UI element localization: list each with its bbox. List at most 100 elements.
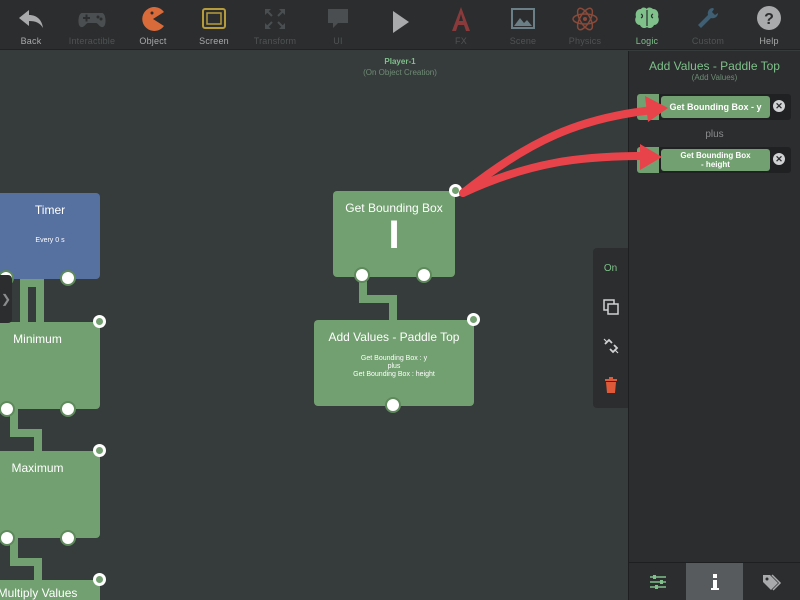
- minimum-output-plug-right[interactable]: [60, 401, 76, 417]
- panel-tab-bar: [629, 562, 800, 600]
- scene-subtitle: (On Object Creation): [363, 68, 437, 77]
- back-label: Back: [20, 36, 42, 46]
- physics-label: Physics: [568, 36, 602, 46]
- back-arrow-icon: [19, 10, 43, 28]
- atom-icon: [572, 7, 598, 31]
- connector: [36, 279, 44, 323]
- parameter-chip-2[interactable]: Get Bounding Box - height: [661, 149, 770, 171]
- screen-label: Screen: [199, 36, 229, 46]
- interactible-button[interactable]: Interactible: [61, 0, 123, 50]
- help-button[interactable]: ? Help: [738, 0, 800, 50]
- left-drawer-handle[interactable]: ❯: [0, 275, 12, 323]
- ui-button[interactable]: UI: [307, 0, 369, 50]
- maximum-title: Maximum: [11, 461, 64, 475]
- physics-button[interactable]: Physics: [554, 0, 616, 50]
- unlink-icon: [603, 338, 618, 354]
- tab-tags[interactable]: [743, 563, 800, 600]
- fx-button[interactable]: FX: [430, 0, 492, 50]
- minimum-block[interactable]: Minimum: [0, 315, 106, 417]
- screen-icon: [202, 8, 226, 29]
- bbox-output-plug-left[interactable]: [354, 267, 370, 283]
- duplicate-button[interactable]: [593, 298, 628, 321]
- scene-label: Scene: [509, 36, 537, 46]
- timer-block[interactable]: Timer Every 0 s: [0, 193, 100, 286]
- screen-button[interactable]: Screen: [183, 0, 245, 50]
- trash-icon: [604, 377, 617, 393]
- drag-handle-icon[interactable]: [637, 147, 659, 173]
- panel-title: Add Values - Paddle Top: [649, 59, 780, 73]
- connector: [34, 429, 42, 451]
- bounding-box-glyph: I: [388, 213, 400, 257]
- back-button[interactable]: Back: [0, 0, 62, 50]
- logic-canvas[interactable]: Player-1 (On Object Creation) Timer Ever…: [0, 51, 628, 600]
- get-bounding-box-block[interactable]: Get Bounding Box I: [333, 184, 462, 283]
- add-values-title: Add Values - Paddle Top: [328, 330, 460, 344]
- operator-label: plus: [705, 129, 724, 140]
- gamepad-icon: [78, 13, 106, 28]
- block-badge-icon[interactable]: [93, 573, 106, 586]
- ui-label: UI: [333, 36, 343, 46]
- bbox-output-plug-right[interactable]: [416, 267, 432, 283]
- transform-button[interactable]: Transform: [244, 0, 306, 50]
- add-values-output-plug[interactable]: [385, 397, 401, 413]
- parameter-chip-2-line2: - height: [701, 160, 730, 169]
- tab-settings[interactable]: [629, 563, 686, 600]
- copy-icon: [602, 299, 619, 315]
- timer-body: Every 0 s: [35, 237, 65, 244]
- info-icon: [710, 574, 719, 590]
- wrench-icon: [698, 8, 718, 28]
- play-button[interactable]: [369, 0, 431, 50]
- play-icon: [393, 11, 409, 33]
- image-icon: [511, 8, 535, 29]
- remove-parameter-2-icon[interactable]: ✕: [773, 153, 785, 165]
- logic-button[interactable]: Logic: [616, 0, 678, 50]
- fx-icon: [452, 7, 470, 31]
- interactible-label: Interactible: [68, 36, 116, 46]
- speech-bubble-icon: [328, 9, 348, 28]
- multiply-values-block[interactable]: Multiply Values: [0, 573, 106, 600]
- maximum-output-plug-right[interactable]: [60, 530, 76, 546]
- panel-subtitle: (Add Values): [691, 73, 738, 82]
- add-values-block[interactable]: Add Values - Paddle Top Get Bounding Box…: [314, 313, 480, 413]
- arrows-expand-icon: [265, 9, 285, 29]
- add-values-body-line2: plus: [387, 363, 401, 370]
- add-values-body-line3: Get Bounding Box : height: [353, 371, 435, 378]
- delete-button[interactable]: [593, 376, 628, 399]
- block-tools: On: [593, 248, 628, 408]
- drag-handle-icon[interactable]: [637, 94, 659, 120]
- timer-title: Timer: [34, 203, 66, 217]
- timer-output-plug-right[interactable]: [60, 270, 76, 286]
- parameter-slot-1[interactable]: Get Bounding Box - y ✕: [637, 94, 791, 120]
- unlink-button[interactable]: [593, 337, 628, 360]
- connector: [389, 295, 397, 320]
- properties-panel: Add Values - Paddle Top (Add Values) Get…: [628, 51, 800, 600]
- connector: [34, 558, 42, 580]
- parameter-chip-2-line1: Get Bounding Box: [680, 151, 751, 160]
- minimum-title: Minimum: [13, 332, 62, 346]
- pacman-icon: [142, 6, 164, 31]
- svg-text:?: ?: [764, 11, 774, 28]
- scene-button[interactable]: Scene: [492, 0, 554, 50]
- custom-label: Custom: [691, 36, 725, 46]
- toolbar: Back Interactible Object Screen Transfor…: [0, 0, 800, 50]
- remove-parameter-1-icon[interactable]: ✕: [773, 100, 785, 112]
- parameter-chip-1-label: Get Bounding Box - y: [669, 102, 762, 112]
- transform-label: Transform: [253, 36, 297, 46]
- sliders-icon: [649, 575, 666, 589]
- tags-icon: [762, 574, 781, 591]
- logic-label: Logic: [635, 36, 659, 46]
- parameter-slot-2[interactable]: Get Bounding Box - height ✕: [637, 147, 791, 173]
- object-button[interactable]: Object: [122, 0, 184, 50]
- maximum-block[interactable]: Maximum: [0, 444, 106, 546]
- custom-button[interactable]: Custom: [677, 0, 739, 50]
- tab-info[interactable]: [686, 563, 743, 600]
- parameter-chip-1[interactable]: Get Bounding Box - y: [661, 96, 770, 118]
- toggle-on-button[interactable]: On: [593, 263, 628, 274]
- block-badge-icon[interactable]: [467, 313, 480, 326]
- block-badge-icon[interactable]: [449, 184, 462, 197]
- scene-title: Player-1: [384, 57, 416, 66]
- object-label: Object: [139, 36, 167, 46]
- block-badge-icon[interactable]: [93, 315, 106, 328]
- help-label: Help: [759, 36, 779, 46]
- block-badge-icon[interactable]: [93, 444, 106, 457]
